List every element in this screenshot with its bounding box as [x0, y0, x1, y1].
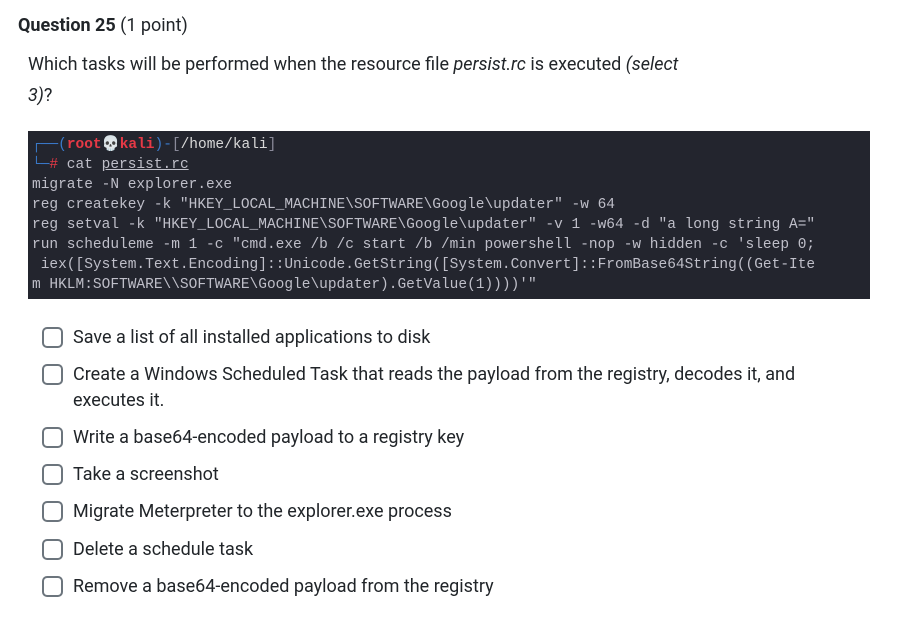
- checkbox[interactable]: [42, 576, 63, 597]
- question-count-italic: 3): [28, 85, 44, 106]
- question-filename: persist.rc: [454, 54, 526, 75]
- checkbox[interactable]: [42, 539, 63, 560]
- checkbox[interactable]: [42, 464, 63, 485]
- terminal-host: kali: [120, 137, 155, 153]
- option-row: Create a Windows Scheduled Task that rea…: [42, 362, 870, 414]
- terminal-filename: persist.rc: [102, 157, 189, 173]
- question-count-rest: ?: [44, 85, 53, 106]
- terminal-prompt: #: [49, 157, 58, 173]
- question-mid: is executed: [526, 54, 626, 75]
- option-row: Remove a base64-encoded payload from the…: [42, 574, 870, 600]
- box-char-open: ┌──: [32, 137, 58, 153]
- paren-open: (: [58, 137, 67, 153]
- terminal-output-line: iex([System.Text.Encoding]::Unicode.GetS…: [32, 257, 815, 273]
- options-list: Save a list of all installed application…: [42, 325, 870, 600]
- terminal-output-line: m HKLM:SOFTWARE\\SOFTWARE\Google\updater…: [32, 277, 537, 293]
- terminal-output-line: migrate -N explorer.exe: [32, 177, 232, 193]
- option-row: Take a screenshot: [42, 462, 870, 488]
- question-prefix: Which tasks will be performed when the r…: [28, 54, 454, 75]
- question-number: Question 25: [18, 15, 116, 36]
- terminal-output-line: reg setval -k "HKEY_LOCAL_MACHINE\SOFTWA…: [32, 217, 815, 233]
- option-text: Delete a schedule task: [73, 537, 253, 563]
- option-text: Take a screenshot: [73, 462, 219, 488]
- option-text: Migrate Meterpreter to the explorer.exe …: [73, 499, 452, 525]
- question-text-line1: Which tasks will be performed when the r…: [28, 51, 870, 78]
- terminal-cmd: cat: [58, 157, 102, 173]
- checkbox[interactable]: [42, 364, 63, 385]
- terminal-root: root: [67, 137, 102, 153]
- checkbox[interactable]: [42, 327, 63, 348]
- checkbox[interactable]: [42, 427, 63, 448]
- option-row: Write a base64-encoded payload to a regi…: [42, 425, 870, 451]
- bracket-open: [: [172, 137, 181, 153]
- option-text: Write a base64-encoded payload to a regi…: [73, 425, 464, 451]
- terminal-output-line: reg createkey -k "HKEY_LOCAL_MACHINE\SOF…: [32, 197, 615, 213]
- terminal-block: ┌──(root💀kali)-[/home/kali] └─# cat pers…: [28, 131, 870, 299]
- option-text: Remove a base64-encoded payload from the…: [73, 574, 494, 600]
- checkbox[interactable]: [42, 501, 63, 522]
- option-row: Save a list of all installed application…: [42, 325, 870, 351]
- option-row: Migrate Meterpreter to the explorer.exe …: [42, 499, 870, 525]
- option-row: Delete a schedule task: [42, 537, 870, 563]
- question-header: Question 25 (1 point): [18, 12, 870, 39]
- bracket-close: ]: [268, 137, 277, 153]
- paren-close: ): [155, 137, 164, 153]
- question-text-line2: 3)?: [28, 82, 870, 109]
- terminal-path: /home/kali: [181, 137, 268, 153]
- question-select-open: (select: [626, 54, 679, 75]
- option-text: Save a list of all installed application…: [73, 325, 430, 351]
- option-text: Create a Windows Scheduled Task that rea…: [73, 362, 870, 414]
- skull-icon: 💀: [102, 137, 120, 153]
- box-char-close: └─: [32, 157, 49, 173]
- terminal-output-line: run scheduleme -m 1 -c "cmd.exe /b /c st…: [32, 237, 815, 253]
- question-points: (1 point): [120, 15, 188, 36]
- dash: -: [163, 137, 172, 153]
